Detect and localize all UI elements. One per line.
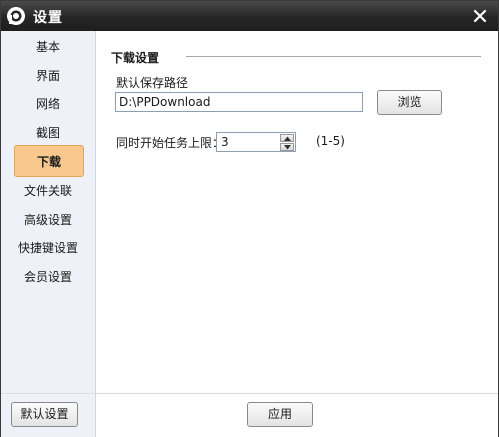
sidebar-item-interface[interactable]: 界面 (1, 62, 95, 90)
sidebar-item-membership[interactable]: 会员设置 (1, 263, 95, 291)
sidebar-item-network[interactable]: 网络 (1, 90, 95, 118)
window-title: 设置 (33, 10, 63, 26)
save-path-label: 默认保存路径 (116, 76, 189, 90)
max-tasks-label: 同时开始任务上限： (116, 136, 225, 150)
arrow-up-icon (284, 136, 291, 141)
spin-down-button[interactable] (280, 143, 294, 151)
settings-sidebar: 基本 界面 网络 截图 下载 文件关联 高级设置 快捷键设置 会员设置 (1, 31, 96, 393)
section-divider (186, 56, 481, 57)
sidebar-item-screenshot[interactable]: 截图 (1, 119, 95, 147)
close-icon[interactable] (472, 8, 488, 24)
sidebar-item-hotkeys[interactable]: 快捷键设置 (1, 234, 95, 262)
restore-defaults-button[interactable]: 默认设置 (11, 402, 78, 427)
spin-up-button[interactable] (280, 134, 294, 142)
title-bar[interactable]: 设置 (1, 1, 498, 31)
sidebar-item-advanced[interactable]: 高级设置 (1, 206, 95, 234)
save-path-input[interactable]: D:\PPDownload (115, 92, 363, 112)
apply-button[interactable]: 应用 (247, 402, 313, 427)
sidebar-item-basic[interactable]: 基本 (1, 33, 95, 61)
app-logo-icon (7, 7, 25, 25)
settings-window: 设置 基本 界面 网络 截图 下载 文件关联 高级设置 快捷键设置 会员设置 下… (0, 0, 499, 437)
dialog-footer: 默认设置 应用 (1, 393, 498, 437)
max-tasks-value[interactable]: 3 (221, 135, 229, 150)
browse-button[interactable]: 浏览 (377, 90, 442, 115)
max-tasks-stepper[interactable]: 3 (216, 132, 296, 152)
section-title: 下载设置 (111, 51, 160, 65)
max-tasks-range-hint: (1-5) (316, 134, 345, 148)
sidebar-item-file-association[interactable]: 文件关联 (1, 177, 95, 205)
arrow-down-icon (284, 145, 291, 150)
download-settings-panel: 下载设置 默认保存路径 D:\PPDownload 浏览 同时开始任务上限： 3… (96, 31, 498, 393)
sidebar-item-download[interactable]: 下载 (14, 145, 84, 177)
